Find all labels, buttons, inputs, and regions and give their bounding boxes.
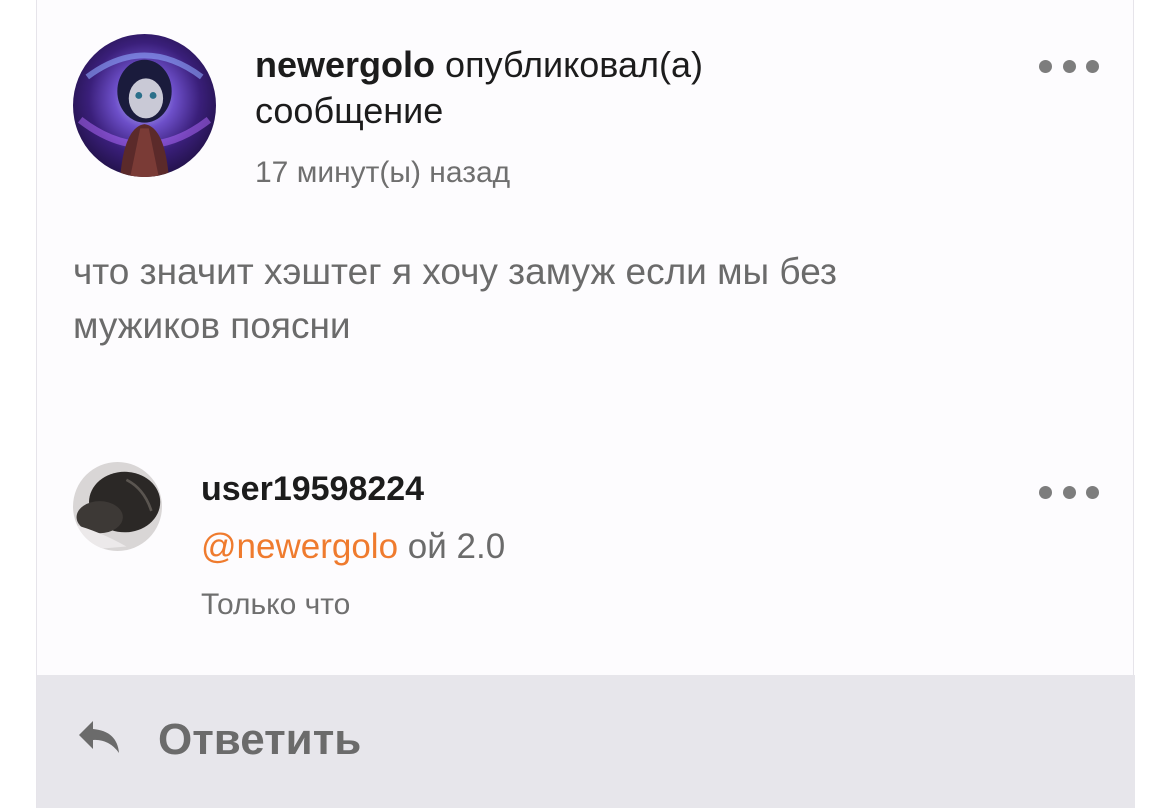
post-body: что значит хэштег я хочу замуж если мы б… xyxy=(73,245,1013,353)
post-body-line1: что значит хэштег я хочу замуж если мы б… xyxy=(73,251,837,292)
comment-mention-link[interactable]: @newergolo xyxy=(201,527,398,566)
reply-label: Ответить xyxy=(158,715,362,764)
comment-text: @newergolo ой 2.0 xyxy=(201,527,505,567)
post-action-text: опубликовал(а) xyxy=(445,44,704,85)
post-timestamp: 17 минут(ы) назад xyxy=(255,156,511,189)
post-action-text-2: сообщение xyxy=(255,90,444,131)
comment-timestamp: Только что xyxy=(201,588,351,621)
post-author-avatar[interactable] xyxy=(73,34,216,177)
comment-message: ой 2.0 xyxy=(407,527,506,566)
post-more-options-icon[interactable] xyxy=(1039,56,1099,76)
post-author-name[interactable]: newergolo xyxy=(255,44,435,85)
comment-author-avatar[interactable] xyxy=(73,462,162,551)
post-header: newergolo опубликовал(а) сообщение xyxy=(255,42,855,134)
reply-arrow-icon xyxy=(79,721,119,753)
reply-button[interactable]: Ответить xyxy=(37,675,1135,808)
comment-author-name[interactable]: user19598224 xyxy=(201,470,424,509)
post-card: newergolo опубликовал(а) сообщение 17 ми… xyxy=(36,0,1135,808)
comment-more-options-icon[interactable] xyxy=(1039,482,1099,502)
post-body-line2: мужиков поясни xyxy=(73,305,351,346)
